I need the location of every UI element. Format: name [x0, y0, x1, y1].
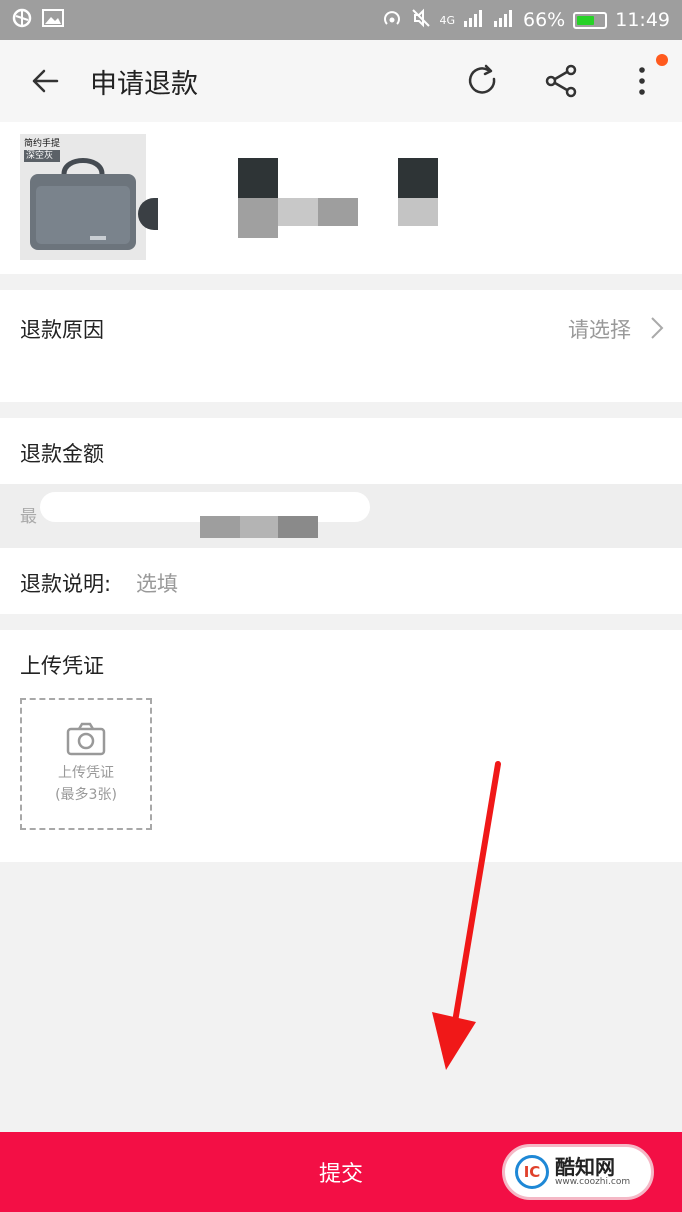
refund-amount-row: 退款金额	[0, 418, 682, 484]
watermark-text: 酷知网 www.coozhi.com	[555, 1156, 630, 1188]
refund-reason-row[interactable]: 退款原因 请选择	[0, 290, 682, 402]
refund-reason-value: 请选择	[568, 318, 631, 342]
image-notification-icon	[42, 8, 64, 33]
camera-icon	[66, 722, 106, 756]
clock: 11:49	[615, 9, 670, 31]
refresh-icon	[468, 64, 496, 94]
refund-note-row[interactable]: 退款说明: 选填	[0, 548, 682, 614]
app-actions	[442, 40, 682, 122]
page-title: 申请退款	[90, 68, 198, 100]
signal-2-icon	[493, 9, 515, 32]
refund-amount-hint: 最	[0, 484, 682, 548]
battery-percent: 66%	[523, 9, 566, 31]
chevron-right-icon	[651, 317, 664, 339]
more-button[interactable]	[602, 40, 682, 122]
watermark-badge: IC 酷知网 www.coozhi.com	[502, 1144, 654, 1200]
upload-box-limit: (最多3张)	[55, 787, 117, 803]
watermark-logo-icon: IC	[515, 1155, 549, 1189]
status-right: 4G 66% 11:49	[381, 8, 670, 33]
upload-section-title: 上传凭证	[20, 654, 104, 678]
refund-amount-label: 退款金额	[20, 442, 104, 466]
back-button[interactable]	[0, 40, 90, 122]
product-image: 简约手提 深空灰	[20, 134, 146, 260]
refresh-button[interactable]	[442, 40, 522, 122]
submit-label: 提交	[318, 1162, 363, 1187]
app-notification-icon	[12, 8, 32, 33]
notification-badge	[656, 54, 668, 66]
signal-icon	[463, 9, 485, 32]
product-card: 简约手提 深空灰	[0, 122, 682, 274]
share-icon	[545, 64, 577, 98]
upload-button[interactable]: 上传凭证 (最多3张)	[20, 698, 152, 830]
network-type: 4G	[439, 13, 455, 27]
mute-icon	[411, 8, 431, 33]
status-bar: 4G 66% 11:49	[0, 0, 682, 40]
hotspot-icon	[381, 8, 403, 33]
more-vertical-icon	[639, 67, 645, 95]
battery-fill	[577, 15, 595, 25]
refund-note-label: 退款说明:	[20, 572, 112, 596]
upload-section: 上传凭证 上传凭证 (最多3张)	[0, 630, 682, 862]
refund-note-input[interactable]: 选填	[136, 568, 178, 598]
refund-amount-hint-text: 最	[20, 507, 37, 527]
refund-reason-label: 退款原因	[20, 318, 104, 342]
laptop-bag-image	[30, 158, 136, 250]
status-left	[12, 8, 64, 33]
upload-box-label: 上传凭证	[58, 765, 114, 781]
watermark: IC 酷知网 www.coozhi.com	[502, 1132, 662, 1212]
share-button[interactable]	[522, 40, 602, 122]
redacted-amount-blocks	[200, 516, 318, 538]
app-bar: 申请退款	[0, 40, 682, 122]
watermark-name: 酷知网	[555, 1155, 615, 1180]
watermark-url: www.coozhi.com	[555, 1177, 631, 1188]
back-arrow-icon	[32, 69, 59, 93]
battery-icon	[573, 11, 608, 29]
redacted-product-info	[138, 158, 438, 288]
